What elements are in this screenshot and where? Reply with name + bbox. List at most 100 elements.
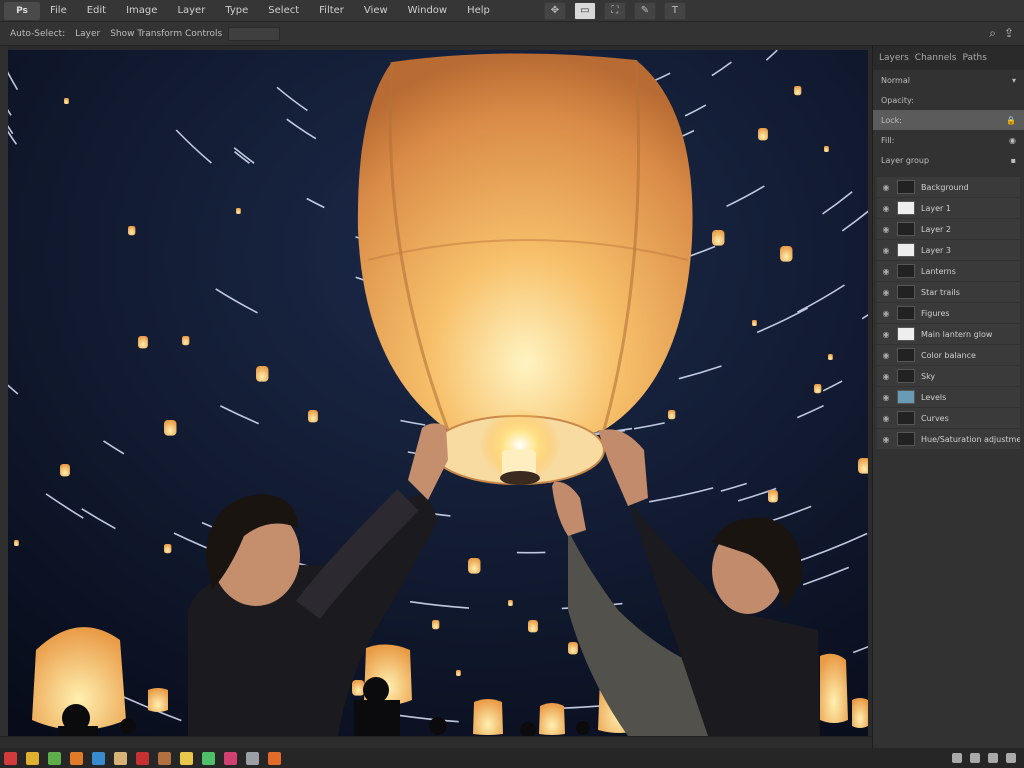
app-blue-icon[interactable] <box>92 751 105 765</box>
eye-icon[interactable]: ◉ <box>881 183 891 192</box>
option-items: Auto-Select: Layer Show Transform Controls <box>0 29 222 39</box>
app-yellow2-icon[interactable] <box>180 751 193 765</box>
eye-icon[interactable]: ◉ <box>881 246 891 255</box>
eye-icon[interactable]: ◉ <box>881 414 891 423</box>
panel-property-row[interactable]: Opacity: <box>873 90 1024 110</box>
chevron-down-icon[interactable]: ▾ <box>1012 76 1016 85</box>
panel-property-row[interactable]: Fill: ◉ <box>873 130 1024 150</box>
crop-icon[interactable]: ⛶ <box>603 1 626 20</box>
layers-panel: Layers Channels Paths Normal ▾ Opacity: Lock:… <box>872 46 1024 748</box>
menu-item-type[interactable]: Type <box>215 5 258 16</box>
layer-thumbnail <box>897 327 915 341</box>
system-tray <box>952 753 1024 763</box>
app-green2-icon[interactable] <box>202 751 215 765</box>
layer-thumbnail <box>897 201 915 215</box>
app-red-icon[interactable] <box>4 751 17 765</box>
layer-row[interactable]: ◉ Main lantern glow <box>877 324 1020 344</box>
layer-name: Hue/Saturation adjustment <box>921 434 1020 444</box>
app-beige-icon[interactable] <box>114 751 127 765</box>
layer-row[interactable]: ◉ Color balance <box>877 345 1020 365</box>
option-label: Show Transform Controls <box>110 28 223 39</box>
eye-icon[interactable]: ◉ <box>881 225 891 234</box>
brush-icon[interactable]: ✎ <box>633 1 656 20</box>
eye-icon[interactable]: ◉ <box>881 351 891 360</box>
menu-item-filter[interactable]: Filter <box>309 5 354 16</box>
property-label: Fill: <box>881 135 895 145</box>
eye-icon[interactable]: ◉ <box>881 204 891 213</box>
menu-item-select[interactable]: Select <box>258 5 309 16</box>
tool-buttons: ✥ ▭ ⛶ ✎ T <box>540 1 690 20</box>
app-gray-icon[interactable] <box>246 751 259 765</box>
lock-icon[interactable]: ◉ <box>1009 136 1016 145</box>
app-logo: Ps <box>4 1 40 20</box>
layer-row[interactable]: ◉ Hue/Saturation adjustment <box>877 429 1020 449</box>
menu-item-help[interactable]: Help <box>457 5 500 16</box>
app-yellow-icon[interactable] <box>26 751 39 765</box>
app-orange-icon[interactable] <box>70 751 83 765</box>
status-bar <box>0 736 872 748</box>
layer-thumbnail <box>897 432 915 446</box>
layer-name: Layer 3 <box>921 245 951 255</box>
share-icon[interactable]: ⇪ <box>1004 26 1014 41</box>
folder-icon[interactable]: ▪ <box>1011 156 1016 165</box>
select-icon[interactable]: ▭ <box>573 1 596 20</box>
layer-row[interactable]: ◉ Star trails <box>877 282 1020 302</box>
layer-row[interactable]: ◉ Layer 1 <box>877 198 1020 218</box>
tray-icon[interactable] <box>970 753 980 763</box>
layer-name: Levels <box>921 392 947 402</box>
floating-lantern <box>780 246 793 262</box>
layer-thumbnail <box>897 222 915 236</box>
layer-row[interactable]: ◉ Sky <box>877 366 1020 386</box>
app-green-icon[interactable] <box>48 751 61 765</box>
panel-property-row[interactable]: Layer group ▪ <box>873 150 1024 170</box>
panel-tabs: Layers Channels Paths <box>873 46 1024 70</box>
text-icon[interactable]: T <box>663 1 686 20</box>
tray-icon[interactable] <box>1006 753 1016 763</box>
tab-layers[interactable]: Layers <box>879 53 909 63</box>
taskbar <box>0 748 1024 768</box>
menu-item-edit[interactable]: Edit <box>77 5 116 16</box>
layer-name: Sky <box>921 371 936 381</box>
menu-item-view[interactable]: View <box>354 5 398 16</box>
floating-lantern <box>164 420 177 436</box>
menu-item-window[interactable]: Window <box>398 5 457 16</box>
menu-item-image[interactable]: Image <box>116 5 167 16</box>
layer-thumbnail <box>897 285 915 299</box>
eye-icon[interactable]: ◉ <box>881 393 891 402</box>
tray-icon[interactable] <box>952 753 962 763</box>
search-icon[interactable]: ⌕ <box>989 26 996 41</box>
layer-row[interactable]: ◉ Levels <box>877 387 1020 407</box>
menu-item-file[interactable]: File <box>40 5 77 16</box>
panel-property-row[interactable]: Normal ▾ <box>873 70 1024 90</box>
layer-row[interactable]: ◉ Curves <box>877 408 1020 428</box>
options-right-icons: ⌕ ⇪ <box>989 26 1024 41</box>
floating-lantern <box>182 336 190 346</box>
menu-item-layer[interactable]: Layer <box>167 5 215 16</box>
image-canvas[interactable] <box>8 50 868 736</box>
eye-icon[interactable]: ◉ <box>881 267 891 276</box>
lock-icon[interactable]: 🔒 <box>1006 116 1016 125</box>
panel-property-row[interactable]: Lock: 🔒 <box>873 110 1024 130</box>
layer-row[interactable]: ◉ Layer 2 <box>877 219 1020 239</box>
eye-icon[interactable]: ◉ <box>881 309 891 318</box>
app-red2-icon[interactable] <box>136 751 149 765</box>
layer-name: Layer 2 <box>921 224 951 234</box>
layer-row[interactable]: ◉ Layer 3 <box>877 240 1020 260</box>
left-toolbar[interactable] <box>0 46 8 736</box>
layer-name: Background <box>921 182 969 192</box>
app-orange2-icon[interactable] <box>268 751 281 765</box>
app-pink-icon[interactable] <box>224 751 237 765</box>
layer-row[interactable]: ◉ Figures <box>877 303 1020 323</box>
tray-icon[interactable] <box>988 753 998 763</box>
option-field[interactable] <box>228 26 281 41</box>
move-icon[interactable]: ✥ <box>543 1 566 20</box>
eye-icon[interactable]: ◉ <box>881 288 891 297</box>
tab-paths[interactable]: Paths <box>962 53 986 63</box>
eye-icon[interactable]: ◉ <box>881 435 891 444</box>
layer-row[interactable]: ◉ Lanterns <box>877 261 1020 281</box>
app-brown-icon[interactable] <box>158 751 171 765</box>
eye-icon[interactable]: ◉ <box>881 372 891 381</box>
eye-icon[interactable]: ◉ <box>881 330 891 339</box>
tab-channels[interactable]: Channels <box>915 53 957 63</box>
layer-row[interactable]: ◉ Background <box>877 177 1020 197</box>
